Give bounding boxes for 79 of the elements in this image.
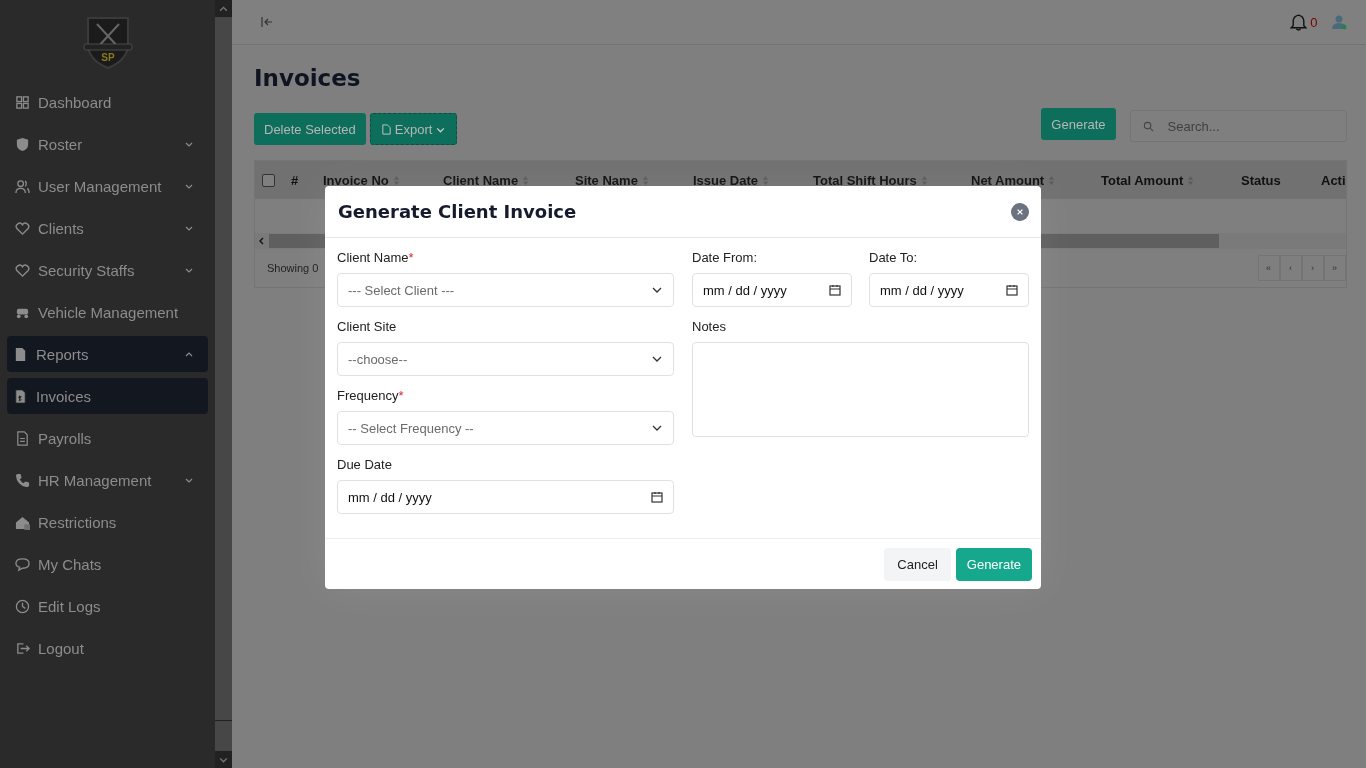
sidebar-item[interactable]: Security Staffs xyxy=(7,252,208,288)
close-button[interactable] xyxy=(1011,202,1029,221)
scroll-down-icon[interactable] xyxy=(215,751,232,768)
sidebar-item[interactable]: User Management xyxy=(7,168,208,204)
users-icon xyxy=(15,178,30,194)
sidebar-item[interactable]: Dashboard xyxy=(7,84,208,120)
export-button[interactable]: Export xyxy=(369,113,458,145)
column-header[interactable]: Total Shift Hours xyxy=(813,172,971,188)
column-header[interactable]: Status xyxy=(1241,172,1321,188)
collapse-sidebar-icon[interactable] xyxy=(260,15,274,29)
field-label: Date From: xyxy=(692,250,758,265)
notes-field[interactable] xyxy=(692,342,1029,437)
sidebar-item[interactable]: Vehicle Management xyxy=(7,294,208,330)
calendar-icon xyxy=(651,491,663,503)
delete-selected-button[interactable]: Delete Selected xyxy=(254,113,366,145)
select-field[interactable]: --choose-- xyxy=(337,342,674,376)
shield-logo: SP xyxy=(82,14,133,70)
column-header[interactable]: Acti xyxy=(1321,172,1346,188)
scrollbar[interactable] xyxy=(215,0,232,768)
modal-title: Generate Client Invoice xyxy=(338,201,577,222)
generate-button[interactable]: Generate xyxy=(955,547,1032,581)
sidebar-item[interactable]: Logout xyxy=(7,630,208,666)
search-field[interactable]: Search... xyxy=(1129,110,1347,142)
pagination-button[interactable]: » xyxy=(1323,255,1346,281)
cancel-button[interactable]: Cancel xyxy=(884,547,951,581)
page-title: Invoices xyxy=(254,65,362,91)
invoice-icon xyxy=(13,388,28,404)
shield-icon xyxy=(15,136,30,152)
phone-icon xyxy=(15,472,30,488)
sidebar-item[interactable]: Roster xyxy=(7,126,208,162)
pagination-button[interactable]: « xyxy=(1257,255,1280,281)
pagination-button[interactable]: ‹ xyxy=(1279,255,1302,281)
logout-icon xyxy=(15,640,30,656)
select-field[interactable]: --- Select Client --- xyxy=(337,273,674,307)
generate-button[interactable]: Generate xyxy=(1041,108,1116,140)
field-label: Date To: xyxy=(869,250,919,265)
field-label: Client Name* xyxy=(337,250,415,265)
sidebar-item[interactable]: Reports xyxy=(7,336,208,372)
sidebar-item[interactable]: HR Management xyxy=(7,462,208,498)
heart-icon xyxy=(15,262,30,278)
table-info: Showing 0 xyxy=(267,262,319,274)
sidebar-item[interactable]: Invoices xyxy=(7,378,208,414)
search-icon xyxy=(1142,120,1154,132)
select-field[interactable]: -- Select Frequency -- xyxy=(337,411,674,445)
date-field[interactable]: mm / dd / yyyy xyxy=(869,273,1029,307)
field-label: Client Site xyxy=(337,319,398,334)
close-icon xyxy=(1016,207,1024,216)
sidebar-item[interactable]: Edit Logs xyxy=(7,588,208,624)
column-header[interactable]: Total Amount xyxy=(1101,172,1241,188)
sidebar-item[interactable]: Clients xyxy=(7,210,208,246)
sidebar-item[interactable]: Payrolls xyxy=(7,420,208,456)
column-header[interactable]: Net Amount xyxy=(971,172,1101,188)
date-field[interactable]: mm / dd / yyyy xyxy=(337,480,674,514)
calendar-icon xyxy=(1006,284,1018,296)
document-icon xyxy=(13,346,28,362)
field-label: Frequency* xyxy=(337,388,405,403)
house-icon xyxy=(15,514,30,530)
notification-count: 0 xyxy=(1310,14,1318,30)
date-field[interactable]: mm / dd / yyyy xyxy=(692,273,852,307)
scroll-up-icon[interactable] xyxy=(215,0,232,17)
calendar-icon xyxy=(829,284,841,296)
chat-icon xyxy=(15,556,30,572)
field-label: Notes xyxy=(692,319,727,334)
column-header[interactable]: Client Name xyxy=(443,172,575,188)
column-header[interactable]: Invoice No xyxy=(323,172,443,188)
column-header[interactable]: Issue Date xyxy=(693,172,813,188)
file-icon xyxy=(380,123,392,135)
bell-icon[interactable] xyxy=(1290,13,1308,31)
column-header[interactable]: Site Name xyxy=(575,172,693,188)
field-label: Due Date xyxy=(337,457,393,472)
sidebar-item[interactable]: Restrictions xyxy=(7,504,208,540)
document-icon xyxy=(15,430,30,446)
heart-icon xyxy=(15,220,30,236)
clock-icon xyxy=(15,598,30,614)
select-all-checkbox[interactable] xyxy=(262,173,275,187)
pagination-button[interactable]: › xyxy=(1301,255,1324,281)
column-header[interactable]: # xyxy=(291,172,323,188)
sidebar-item[interactable]: My Chats xyxy=(7,546,208,582)
grid-icon xyxy=(15,94,30,110)
